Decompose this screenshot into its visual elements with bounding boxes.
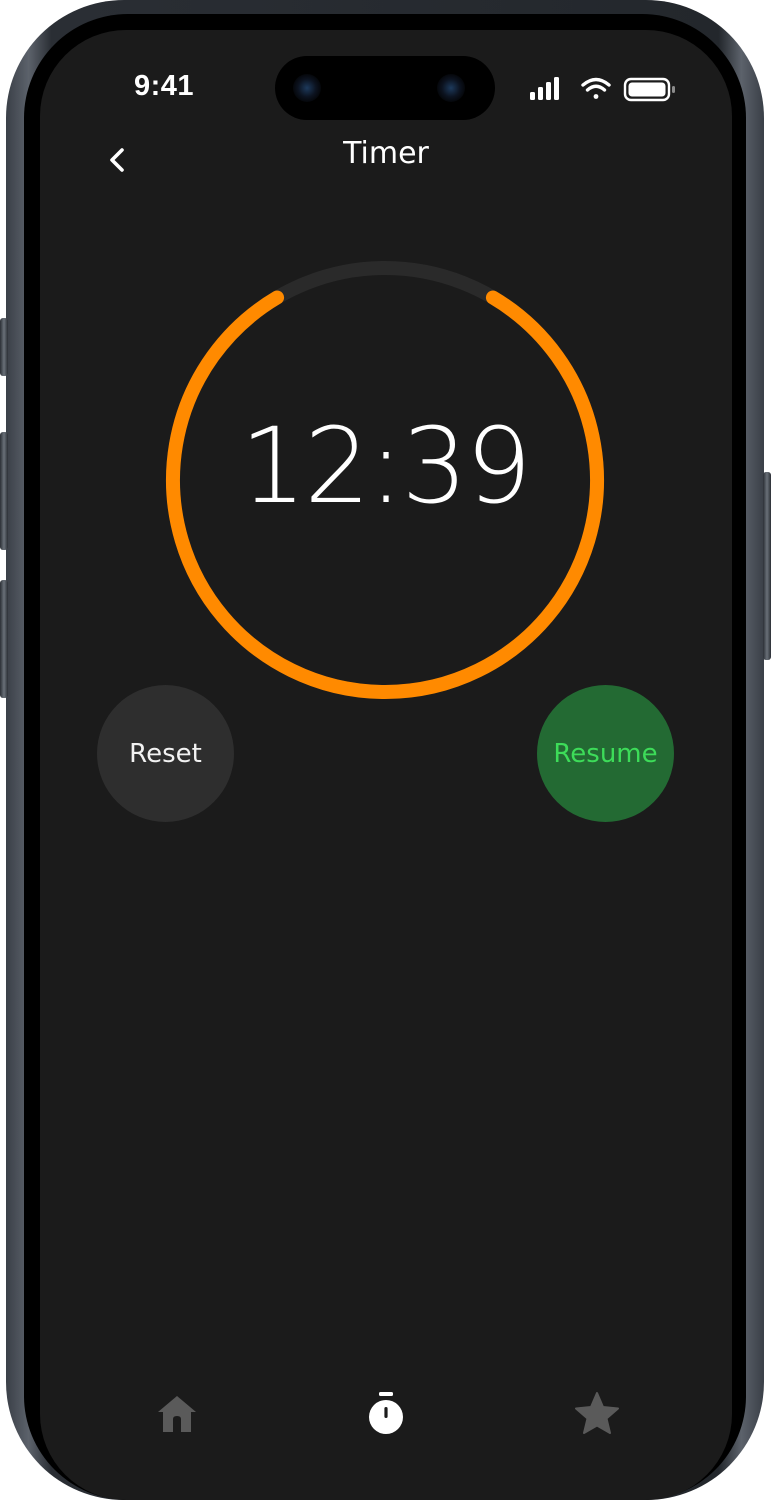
tab-timer[interactable] (362, 1390, 410, 1438)
app-screen: 9:41 Timer 12:39 Reset Resume (40, 30, 732, 1500)
battery-icon (623, 77, 675, 102)
page-title: Timer (343, 136, 429, 171)
status-bar-icons (530, 77, 675, 102)
cellular-signal-icon (530, 77, 559, 100)
status-bar-time: 9:41 (134, 70, 195, 102)
action-button (0, 318, 8, 376)
tab-favorites[interactable] (573, 1390, 621, 1438)
reset-button[interactable]: Reset (97, 685, 234, 822)
home-icon (158, 1396, 196, 1432)
tab-home[interactable] (153, 1390, 201, 1438)
sensor-icon (437, 74, 465, 102)
front-camera-icon (293, 74, 321, 102)
reset-button-label: Reset (129, 738, 202, 769)
volume-up-button (0, 432, 8, 550)
power-button (763, 472, 771, 660)
resume-button-label: Resume (553, 738, 658, 769)
stopwatch-icon (369, 1392, 403, 1434)
star-icon (575, 1392, 619, 1434)
timer-remaining: 12:39 (240, 405, 532, 527)
resume-button[interactable]: Resume (537, 685, 674, 822)
tab-bar (40, 1390, 732, 1450)
dynamic-island (275, 56, 495, 120)
volume-down-button (0, 580, 8, 698)
wifi-icon (581, 77, 611, 99)
